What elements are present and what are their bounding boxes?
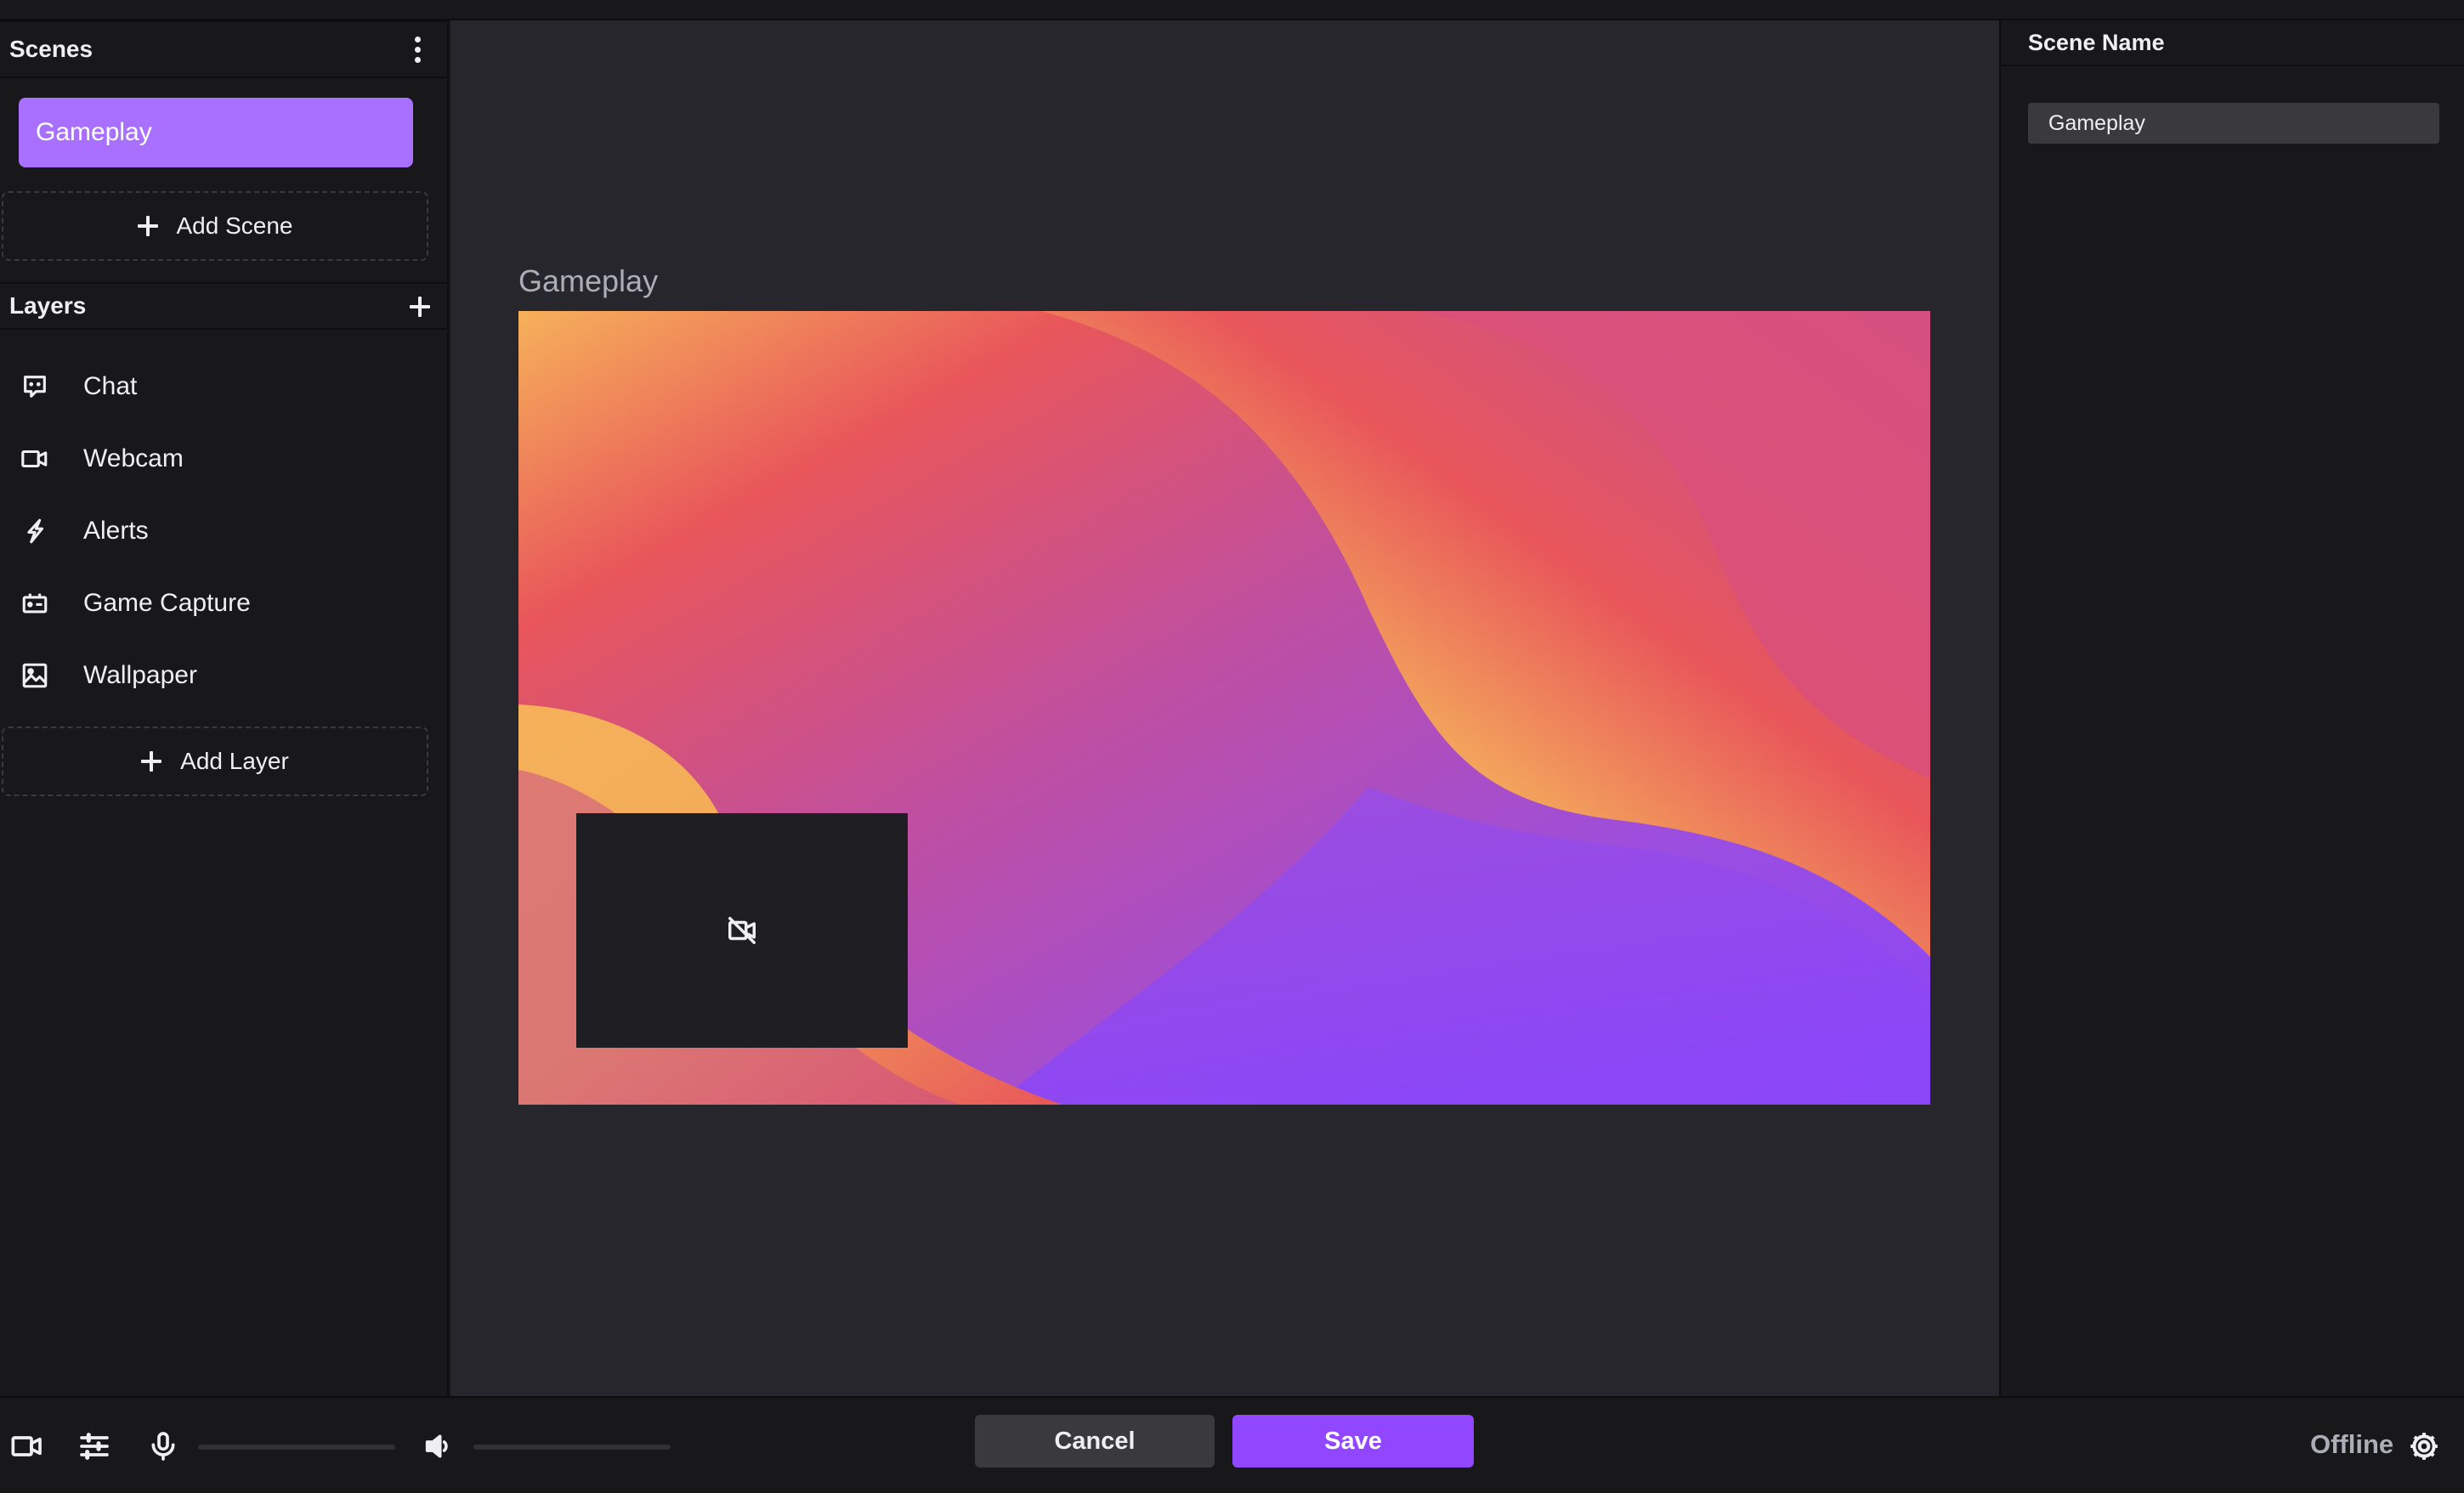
add-layer-plus-icon[interactable] (410, 297, 430, 317)
layer-item-label: Wallpaper (83, 660, 197, 689)
layer-item-label: Game Capture (83, 588, 251, 617)
scene-name-input[interactable] (2028, 103, 2439, 144)
scenes-title: Scenes (9, 36, 93, 62)
camera-off-icon (728, 917, 756, 944)
plus-icon (141, 751, 162, 772)
left-panel: Scenes Gameplay Add Scene Layers Chat We… (0, 20, 449, 1396)
microphone-volume-slider[interactable] (198, 1445, 395, 1450)
game-capture-icon (22, 593, 48, 613)
layer-item-label: Webcam (83, 444, 184, 472)
webcam-layer-placeholder[interactable] (576, 813, 908, 1048)
layer-item-label: Chat (83, 371, 138, 400)
layer-item-chat[interactable]: Chat (0, 350, 447, 422)
layers-title: Layers (9, 292, 87, 319)
speaker-icon[interactable] (422, 1429, 456, 1463)
add-scene-label: Add Scene (176, 212, 293, 239)
sliders-icon[interactable] (77, 1429, 111, 1463)
layer-item-alerts[interactable]: Alerts (0, 495, 447, 567)
gear-icon[interactable] (2407, 1429, 2441, 1463)
scene-item-label: Gameplay (36, 118, 152, 146)
scene-item-gameplay[interactable]: Gameplay (19, 98, 413, 167)
add-scene-button[interactable]: Add Scene (2, 191, 428, 261)
camera-icon[interactable] (10, 1429, 44, 1463)
add-layer-label: Add Layer (180, 748, 289, 774)
plus-icon (137, 216, 158, 236)
chat-icon (24, 375, 46, 398)
microphone-icon[interactable] (146, 1429, 180, 1463)
scenes-more-menu-icon[interactable] (406, 32, 428, 66)
canvas-scene-title: Gameplay (518, 263, 659, 298)
wallpaper-icon (22, 663, 48, 687)
add-layer-button[interactable]: Add Layer (2, 727, 428, 796)
properties-panel: Scene Name (1999, 20, 2464, 1396)
scenes-header: Scenes (0, 20, 447, 78)
canvas-area: Gameplay (450, 20, 1999, 1396)
scene-name-label: Scene Name (2001, 20, 2464, 66)
title-bar (0, 0, 2464, 20)
bottom-bar: Cancel Save Offline (0, 1396, 2464, 1493)
layer-item-label: Alerts (83, 516, 149, 545)
stream-status: Offline (2310, 1429, 2394, 1459)
webcam-icon (21, 450, 48, 467)
layer-item-wallpaper[interactable]: Wallpaper (0, 639, 447, 711)
scene-preview-canvas[interactable] (518, 311, 1930, 1105)
save-button[interactable]: Save (1232, 1415, 1474, 1468)
layer-item-webcam[interactable]: Webcam (0, 422, 447, 495)
layers-header: Layers (0, 282, 447, 330)
layer-item-game-capture[interactable]: Game Capture (0, 567, 447, 639)
cancel-button[interactable]: Cancel (975, 1415, 1215, 1468)
alerts-icon (27, 518, 44, 543)
speaker-volume-slider[interactable] (473, 1445, 671, 1450)
